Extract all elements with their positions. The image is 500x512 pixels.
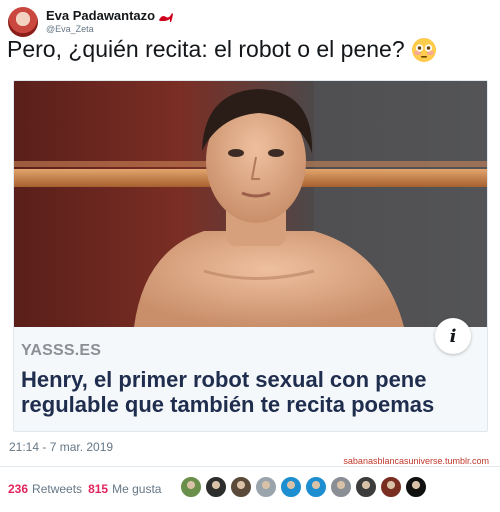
tweet-text: Pero, ¿quién recita: el robot o el pene? [7,36,405,62]
user-display-name-row[interactable]: Eva Padawantazo [46,9,174,23]
user-avatar[interactable] [8,7,38,37]
link-card[interactable]: YASSS.ES Henry, el primer robot sexual c… [13,80,488,432]
high-heel-icon [159,12,174,22]
tweet-header: Eva Padawantazo @Eva_Zeta [8,4,174,40]
liker-avatar[interactable] [330,476,352,498]
tweet-text-row: Pero, ¿quién recita: el robot o el pene? [7,36,497,63]
liker-avatar[interactable] [205,476,227,498]
divider [0,466,500,467]
liker-avatar[interactable] [355,476,377,498]
card-source-domain: YASSS.ES [21,342,102,359]
article-image[interactable] [14,81,487,327]
user-display-name[interactable]: Eva Padawantazo [46,9,155,24]
user-handle[interactable]: @Eva_Zeta [46,24,174,35]
retweets-label[interactable]: Retweets [32,482,82,496]
info-icon[interactable]: i [435,318,471,354]
retweets-count[interactable]: 236 [8,482,28,496]
likes-label[interactable]: Me gusta [112,482,161,496]
liker-avatar[interactable] [280,476,302,498]
card-title[interactable]: Henry, el primer robot sexual con pene r… [21,367,481,417]
liker-avatar[interactable] [180,476,202,498]
tweet-timestamp[interactable]: 21:14 - 7 mar. 2019 [9,440,113,454]
flushed-face-icon [411,37,436,62]
watermark: sabanasblancasuniverse.tumblr.com [343,456,489,466]
tweet-stats: 236 Retweets 815 Me gusta [8,482,161,496]
robot-photo-illustration [14,81,487,327]
user-names: Eva Padawantazo @Eva_Zeta [46,9,174,34]
likes-count[interactable]: 815 [88,482,108,496]
liker-avatar[interactable] [305,476,327,498]
liker-avatar[interactable] [255,476,277,498]
liker-avatars [180,476,430,498]
liker-avatar[interactable] [380,476,402,498]
card-meta[interactable]: YASSS.ES Henry, el primer robot sexual c… [14,327,487,431]
liker-avatar[interactable] [405,476,427,498]
liker-avatar[interactable] [230,476,252,498]
